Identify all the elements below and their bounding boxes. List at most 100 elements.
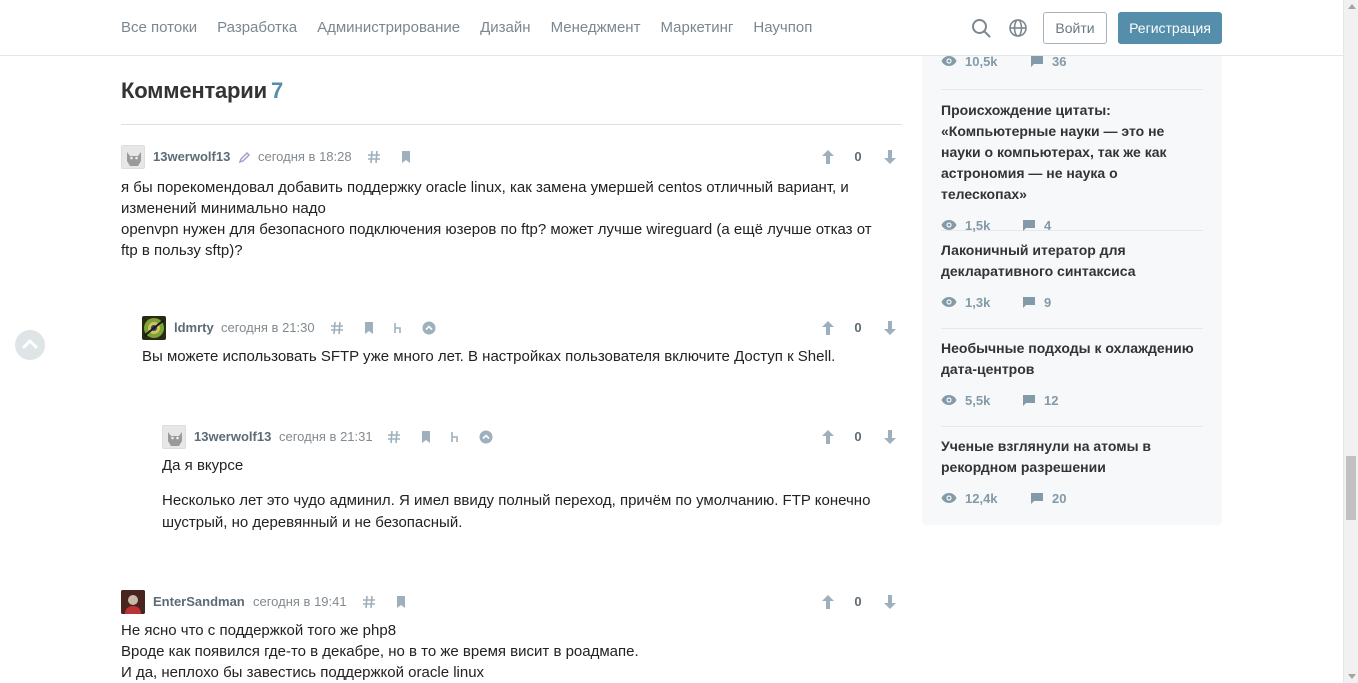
comment-time[interactable]: сегодня в 21:30 <box>221 320 315 335</box>
comment: 13werwolf13 сегодня в 18:28 0 я бы порек… <box>121 145 902 261</box>
comment-text: Да я вкурсе <box>162 457 244 474</box>
comment-body: я бы порекомендовал добавить поддержку o… <box>121 177 881 261</box>
comment-body: Да я вкурсе Несколько лет это чудо админ… <box>162 455 882 534</box>
post-item[interactable]: Необычные подходы к охлаждению дата-цент… <box>941 338 1203 427</box>
comment-time[interactable]: сегодня в 19:41 <box>253 594 347 609</box>
bookmark-icon[interactable] <box>362 321 376 335</box>
avatar[interactable] <box>162 425 186 449</box>
comment-time[interactable]: сегодня в 21:31 <box>279 429 373 444</box>
comments-count: 12 <box>1044 393 1059 408</box>
comments-count: 36 <box>1052 54 1067 69</box>
views-count: 12,4k <box>965 491 998 506</box>
post-item[interactable]: Ученые взглянули на атомы в рекордном ра… <box>941 436 1203 506</box>
parent-comment-icon[interactable] <box>392 321 406 335</box>
hash-link-icon[interactable] <box>387 430 401 444</box>
comment-text: Несколько лет это чудо админил. Я имел в… <box>162 492 871 531</box>
post-title[interactable]: Происхождение цитаты: «Компьютерные наук… <box>941 100 1203 205</box>
views-count: 1,5k <box>965 218 991 233</box>
comments-count: 20 <box>1052 491 1067 506</box>
globe-icon[interactable] <box>1008 18 1028 38</box>
page-scrollbar[interactable] <box>1343 0 1358 683</box>
comment-time[interactable]: сегодня в 18:28 <box>258 149 352 164</box>
top-navigation-bar: Все потоки Разработка Администрирование … <box>0 0 1343 56</box>
comment-score: 0 <box>854 429 862 444</box>
login-button[interactable]: Войти <box>1043 12 1107 44</box>
vote-down-icon[interactable] <box>883 429 897 445</box>
chevron-up-icon <box>22 339 38 349</box>
comments-count: 9 <box>1044 295 1052 310</box>
vote-up-icon[interactable] <box>821 320 835 336</box>
parent-comment-icon[interactable] <box>449 430 463 444</box>
post-item[interactable]: Лаконичный итератор для декларативного с… <box>941 240 1203 329</box>
bookmark-icon[interactable] <box>394 595 408 609</box>
comments-count: 7 <box>270 78 283 103</box>
views-count: 10,5k <box>965 54 998 69</box>
comment-reply: 13werwolf13 сегодня в 21:31 0 Да я вкурс… <box>162 425 902 534</box>
bookmark-icon[interactable] <box>419 430 433 444</box>
nav-item-popsci[interactable]: Научпоп <box>753 18 812 38</box>
comment-header: 13werwolf13 сегодня в 18:28 0 <box>121 145 902 169</box>
expand-up-icon[interactable] <box>479 430 493 444</box>
comment-icon <box>1023 297 1035 308</box>
post-title[interactable]: Лаконичный итератор для декларативного с… <box>941 240 1203 282</box>
sidebar-top-posts: 10,5k 36 Происхождение цитаты: «Компьюте… <box>922 0 1222 525</box>
comment-score: 0 <box>854 594 862 609</box>
comment: EnterSandman сегодня в 19:41 0 Не ясно ч… <box>121 590 902 683</box>
comment-text: Не ясно что с поддержкой того же php8 <box>121 622 397 639</box>
scrollbar-thumb[interactable] <box>1346 456 1356 520</box>
views-count: 1,3k <box>965 295 991 310</box>
edit-icon <box>238 151 251 164</box>
expand-up-icon[interactable] <box>422 321 436 335</box>
avatar[interactable] <box>121 145 145 169</box>
comments-count: 4 <box>1044 218 1052 233</box>
register-button[interactable]: Регистрация <box>1118 12 1222 44</box>
comments-heading: Комментарии 7 <box>121 78 283 104</box>
comment-icon <box>1031 56 1043 67</box>
divider <box>121 124 902 125</box>
comment-header: EnterSandman сегодня в 19:41 0 <box>121 590 902 614</box>
post-item[interactable]: Происхождение цитаты: «Компьютерные наук… <box>941 100 1203 233</box>
post-title[interactable]: Необычные подходы к охлаждению дата-цент… <box>941 338 1203 380</box>
nav-item-management[interactable]: Менеджмент <box>551 18 641 38</box>
comment-body: Вы можете использовать SFTP уже много ле… <box>142 346 902 367</box>
post-title[interactable]: Ученые взглянули на атомы в рекордном ра… <box>941 436 1203 478</box>
avatar[interactable] <box>142 316 166 340</box>
hash-link-icon[interactable] <box>330 321 344 335</box>
vote-down-icon[interactable] <box>883 594 897 610</box>
vote-up-icon[interactable] <box>821 149 835 165</box>
comment-author[interactable]: ldmrty <box>174 320 214 335</box>
comment-header: ldmrty сегодня в 21:30 0 <box>142 316 902 340</box>
comment-reply: ldmrty сегодня в 21:30 0 Вы можете испол… <box>142 316 902 367</box>
hash-link-icon[interactable] <box>362 595 376 609</box>
avatar[interactable] <box>121 590 145 614</box>
nav-item-development[interactable]: Разработка <box>217 18 297 38</box>
eye-icon <box>941 220 957 230</box>
vote-down-icon[interactable] <box>883 149 897 165</box>
vote-down-icon[interactable] <box>883 320 897 336</box>
nav-item-administration[interactable]: Администрирование <box>317 18 460 38</box>
comment-author[interactable]: EnterSandman <box>153 594 245 609</box>
comment-author[interactable]: 13werwolf13 <box>194 429 271 444</box>
vote-up-icon[interactable] <box>821 429 835 445</box>
scroll-up-arrow-icon[interactable] <box>1348 4 1356 9</box>
comment-text: И да, неплохо бы завестись поддержкой or… <box>121 664 485 681</box>
scroll-to-top-button[interactable] <box>15 330 45 360</box>
nav-item-marketing[interactable]: Маркетинг <box>660 18 733 38</box>
bookmark-icon[interactable] <box>399 150 413 164</box>
post-item[interactable]: 10,5k 36 <box>941 52 1203 90</box>
eye-icon <box>941 395 957 405</box>
comment-author[interactable]: 13werwolf13 <box>153 149 230 164</box>
comment-icon <box>1023 395 1035 406</box>
comment-body: Не ясно что с поддержкой того же php8 Вр… <box>121 620 902 683</box>
hash-link-icon[interactable] <box>367 150 381 164</box>
nav-item-all-flows[interactable]: Все потоки <box>121 18 197 38</box>
search-icon[interactable] <box>971 18 991 38</box>
comment-text: Вроде как появился где-то в декабре, но … <box>121 643 639 660</box>
scroll-down-arrow-icon[interactable] <box>1348 674 1356 679</box>
flows-nav: Все потоки Разработка Администрирование … <box>121 18 832 38</box>
vote-up-icon[interactable] <box>821 594 835 610</box>
eye-icon <box>941 56 957 66</box>
comment-text: openvpn нужен для безопасного подключени… <box>121 221 872 259</box>
comment-text: я бы порекомендовал добавить поддержку o… <box>121 179 849 217</box>
nav-item-design[interactable]: Дизайн <box>480 18 530 38</box>
